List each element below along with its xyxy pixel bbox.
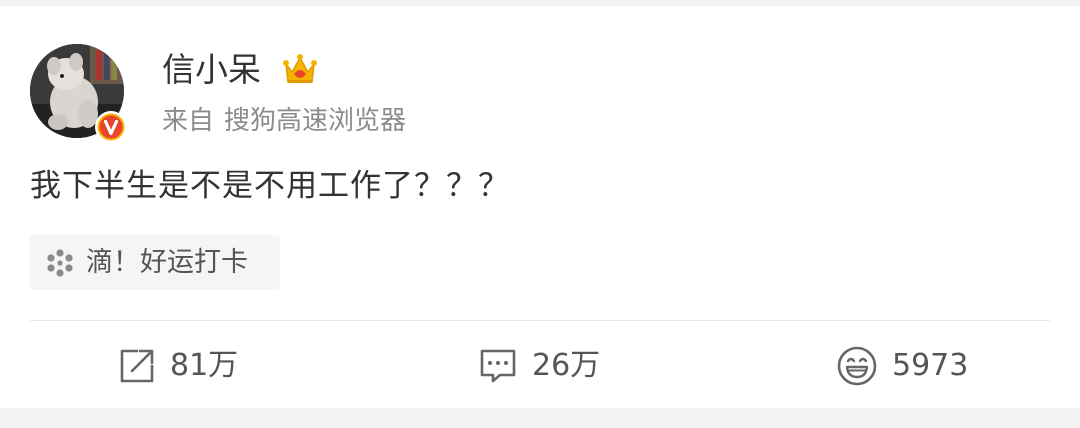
repost-button[interactable]: 81万 — [118, 340, 238, 392]
post-card: 信小呆 来自 搜狗高速浏览器 我下半生是不是不用工作了？？？ 滴！好运打卡 81… — [0, 6, 1080, 408]
post-text: 我下半生是不是不用工作了？？？ — [30, 168, 510, 204]
source-prefix: 来自 — [162, 106, 215, 136]
pinwheel-icon — [47, 249, 73, 277]
comment-icon — [480, 349, 516, 383]
crown-icon[interactable] — [282, 52, 318, 88]
post-source: 来自 搜狗高速浏览器 — [162, 104, 406, 138]
topic-label: 滴！好运打卡 — [86, 247, 248, 278]
verified-badge-icon — [95, 111, 127, 143]
repost-count: 81万 — [170, 348, 239, 383]
repost-icon — [120, 349, 154, 383]
comment-button[interactable]: 26万 — [478, 340, 600, 392]
source-name[interactable]: 搜狗高速浏览器 — [224, 106, 406, 136]
topic-tag[interactable]: 滴！好运打卡 — [30, 235, 280, 290]
comment-count: 26万 — [532, 348, 601, 383]
laugh-icon — [837, 346, 877, 386]
like-count: 5973 — [892, 348, 969, 383]
author-name[interactable]: 信小呆 — [162, 50, 261, 90]
footer-divider — [30, 320, 1050, 321]
like-button[interactable]: 5973 — [836, 340, 968, 392]
bottom-divider — [0, 408, 1080, 428]
